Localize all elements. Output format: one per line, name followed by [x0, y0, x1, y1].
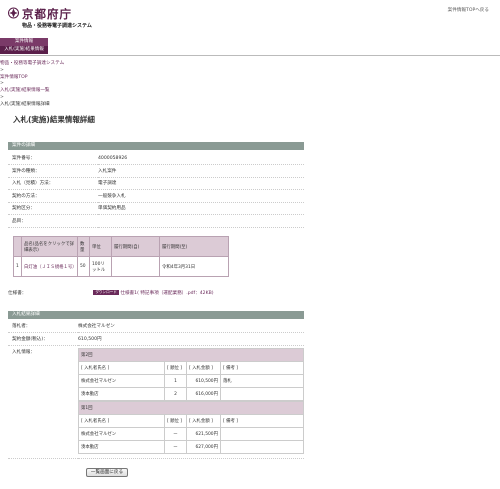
round-title: 第2回 — [78, 348, 304, 362]
case-type-value: 入札案件 — [98, 164, 304, 178]
item-name-link[interactable]: 白灯油（ＪＩＳ規格１号） — [24, 265, 77, 270]
bidder-name: 株式会社マルゼン — [78, 427, 165, 441]
result-row: 落札者： 株式会社マルゼン — [8, 320, 304, 333]
nav-divider — [0, 55, 500, 56]
download-icon: ダウンロード — [93, 290, 119, 295]
round-header-note: [ 備考 ] — [220, 361, 304, 375]
bidder-amount: 610,500円 — [186, 374, 221, 388]
items-header-to: 履行期間(至) — [159, 236, 229, 257]
item-qty: 50 — [77, 256, 90, 277]
items-header-name: 品名(品名をクリックで詳細表示) — [21, 236, 78, 257]
contract-amount-value: 610,500円 — [78, 332, 304, 346]
page-title: 入札(実施)結果情報詳細 — [13, 115, 95, 124]
back-to-list-button[interactable]: 一覧画面に戻る — [86, 468, 128, 477]
table-row: 1 白灯油（ＪＩＳ規格１号） 50 100リットル 令和4年3月31日 — [13, 256, 229, 277]
item-no: 1 — [13, 256, 22, 277]
breadcrumb-separator: > — [0, 67, 4, 73]
round-header-note: [ 備考 ] — [220, 414, 304, 428]
table-row: 湊本勤店 2 616,000円 — [78, 387, 304, 401]
item-period-to: 令和4年3月31日 — [159, 256, 229, 277]
contract-method-value: 一般競争入札 — [98, 189, 304, 203]
case-row: 契約の方法： 一般競争入札 — [8, 189, 304, 203]
bid-round-table: 第1回 [ 入札者氏名 ] [ 順位 ] [ 入札金額 ] [ 備考 ] 株式会… — [78, 401, 304, 454]
round-header-rank: [ 順位 ] — [164, 414, 187, 428]
bidder-rank: 2 — [164, 387, 187, 401]
bidder-name: 湊本勤店 — [78, 387, 165, 401]
round-header-rank: [ 順位 ] — [164, 361, 187, 375]
round-header-amount: [ 入札金額 ] — [186, 414, 221, 428]
breadcrumb-item-current: 入札(実施)結果情報詳細 — [0, 101, 50, 107]
bidder-rank: ー — [164, 440, 187, 454]
spec-file-link[interactable]: 仕様書1( 特記事項（運配業務）.pdf：42KB) — [120, 291, 213, 296]
bid-round-table: 第2回 [ 入札者氏名 ] [ 順位 ] [ 入札金額 ] [ 備考 ] 株式会… — [78, 348, 304, 401]
items-header-no — [13, 236, 22, 257]
item-label: 品目： — [8, 214, 98, 228]
breadcrumb-separator: > — [0, 81, 4, 87]
bid-method-value: 電子調達 — [98, 177, 304, 190]
bidder-note — [220, 387, 304, 401]
result-row: 契約金額(税込)： 610,500円 — [8, 332, 304, 346]
case-section-header: 案件の詳細 — [8, 142, 304, 150]
case-detail-table: 案件番号： 4000058926 案件の種類： 入札案件 入札（見積）方法： 電子調達… — [8, 152, 304, 228]
nav-item-bid-results[interactable]: 入札(実施)結果情報 — [0, 46, 48, 54]
case-info-top-link[interactable]: 案件情報TOPへ戻る — [448, 7, 489, 13]
breadcrumb-separator: > — [0, 94, 4, 100]
breadcrumb-item-result-list[interactable]: 入札(実施)結果情報一覧 — [0, 88, 50, 93]
bidder-rank: 1 — [164, 374, 187, 388]
nav-menu: 案件情報 入札(実施)結果情報 — [0, 38, 48, 54]
contract-method-label: 契約の方法： — [8, 189, 98, 203]
bidder-name: 湊本勤店 — [78, 440, 165, 454]
bidder-rank: ー — [164, 427, 187, 441]
bidder-name: 株式会社マルゼン — [78, 374, 165, 388]
nav-item-case-info[interactable]: 案件情報 — [0, 38, 48, 46]
spec-row: 仕様書： ダウンロード 仕様書1( 特記事項（運配業務）.pdf：42KB) — [8, 290, 214, 296]
item-period-from — [111, 256, 160, 277]
case-row: 契約区分： 単価契約用品 — [8, 202, 304, 215]
bidder-amount: 621,500円 — [186, 427, 221, 441]
bid-info-label: 入札情報： — [8, 345, 78, 459]
logo-subtitle: 物品・役務等電子調達システム — [22, 23, 92, 29]
items-header-qty: 数量 — [77, 236, 90, 257]
case-row: 案件の種類： 入札案件 — [8, 164, 304, 178]
item-unit: 100リットル — [89, 256, 112, 277]
case-number-value: 4000058926 — [98, 152, 304, 165]
winner-label: 落札者： — [8, 320, 78, 333]
case-type-label: 案件の種類： — [8, 164, 98, 178]
bidder-note — [220, 427, 304, 441]
bidder-note — [220, 440, 304, 454]
items-table: 品名(品名をクリックで詳細表示) 数量 単位 履行期間(自) 履行期間(至) 1… — [13, 236, 229, 277]
case-number-label: 案件番号： — [8, 152, 98, 165]
result-section-header: 入札結果詳細 — [8, 311, 304, 319]
round-title: 第1回 — [78, 401, 304, 415]
contract-category-value: 単価契約用品 — [98, 202, 304, 215]
bid-method-label: 入札（見積）方法： — [8, 177, 98, 190]
round-header-amount: [ 入札金額 ] — [186, 361, 221, 375]
table-row: 株式会社マルゼン 1 610,500円 落札 — [78, 374, 304, 388]
bidder-amount: 627,000円 — [186, 440, 221, 454]
spec-label: 仕様書： — [8, 291, 27, 296]
breadcrumb: 物品・役務等電子調達システム > 案件情報TOP > 入札(実施)結果情報一覧 … — [0, 61, 64, 109]
kyoto-crest-icon — [8, 7, 19, 19]
item-value — [98, 214, 304, 228]
bidder-amount: 616,000円 — [186, 387, 221, 401]
breadcrumb-item-case-top[interactable]: 案件情報TOP — [0, 75, 28, 80]
items-header-unit: 単位 — [89, 236, 112, 257]
logo-text: 京都府庁 — [22, 7, 72, 21]
case-row: 案件番号： 4000058926 — [8, 152, 304, 165]
winner-value: 株式会社マルゼン — [78, 320, 304, 333]
bidder-note: 落札 — [220, 374, 304, 388]
table-row: 株式会社マルゼン ー 621,500円 — [78, 427, 304, 441]
breadcrumb-item-system[interactable]: 物品・役務等電子調達システム — [0, 61, 64, 66]
contract-amount-label: 契約金額(税込)： — [8, 332, 78, 346]
contract-category-label: 契約区分： — [8, 202, 98, 215]
round-header-name: [ 入札者氏名 ] — [78, 414, 165, 428]
items-header-from: 履行期間(自) — [111, 236, 160, 257]
table-row: 湊本勤店 ー 627,000円 — [78, 440, 304, 454]
case-row: 品目： — [8, 214, 304, 228]
round-header-name: [ 入札者氏名 ] — [78, 361, 165, 375]
case-row: 入札（見積）方法： 電子調達 — [8, 177, 304, 190]
